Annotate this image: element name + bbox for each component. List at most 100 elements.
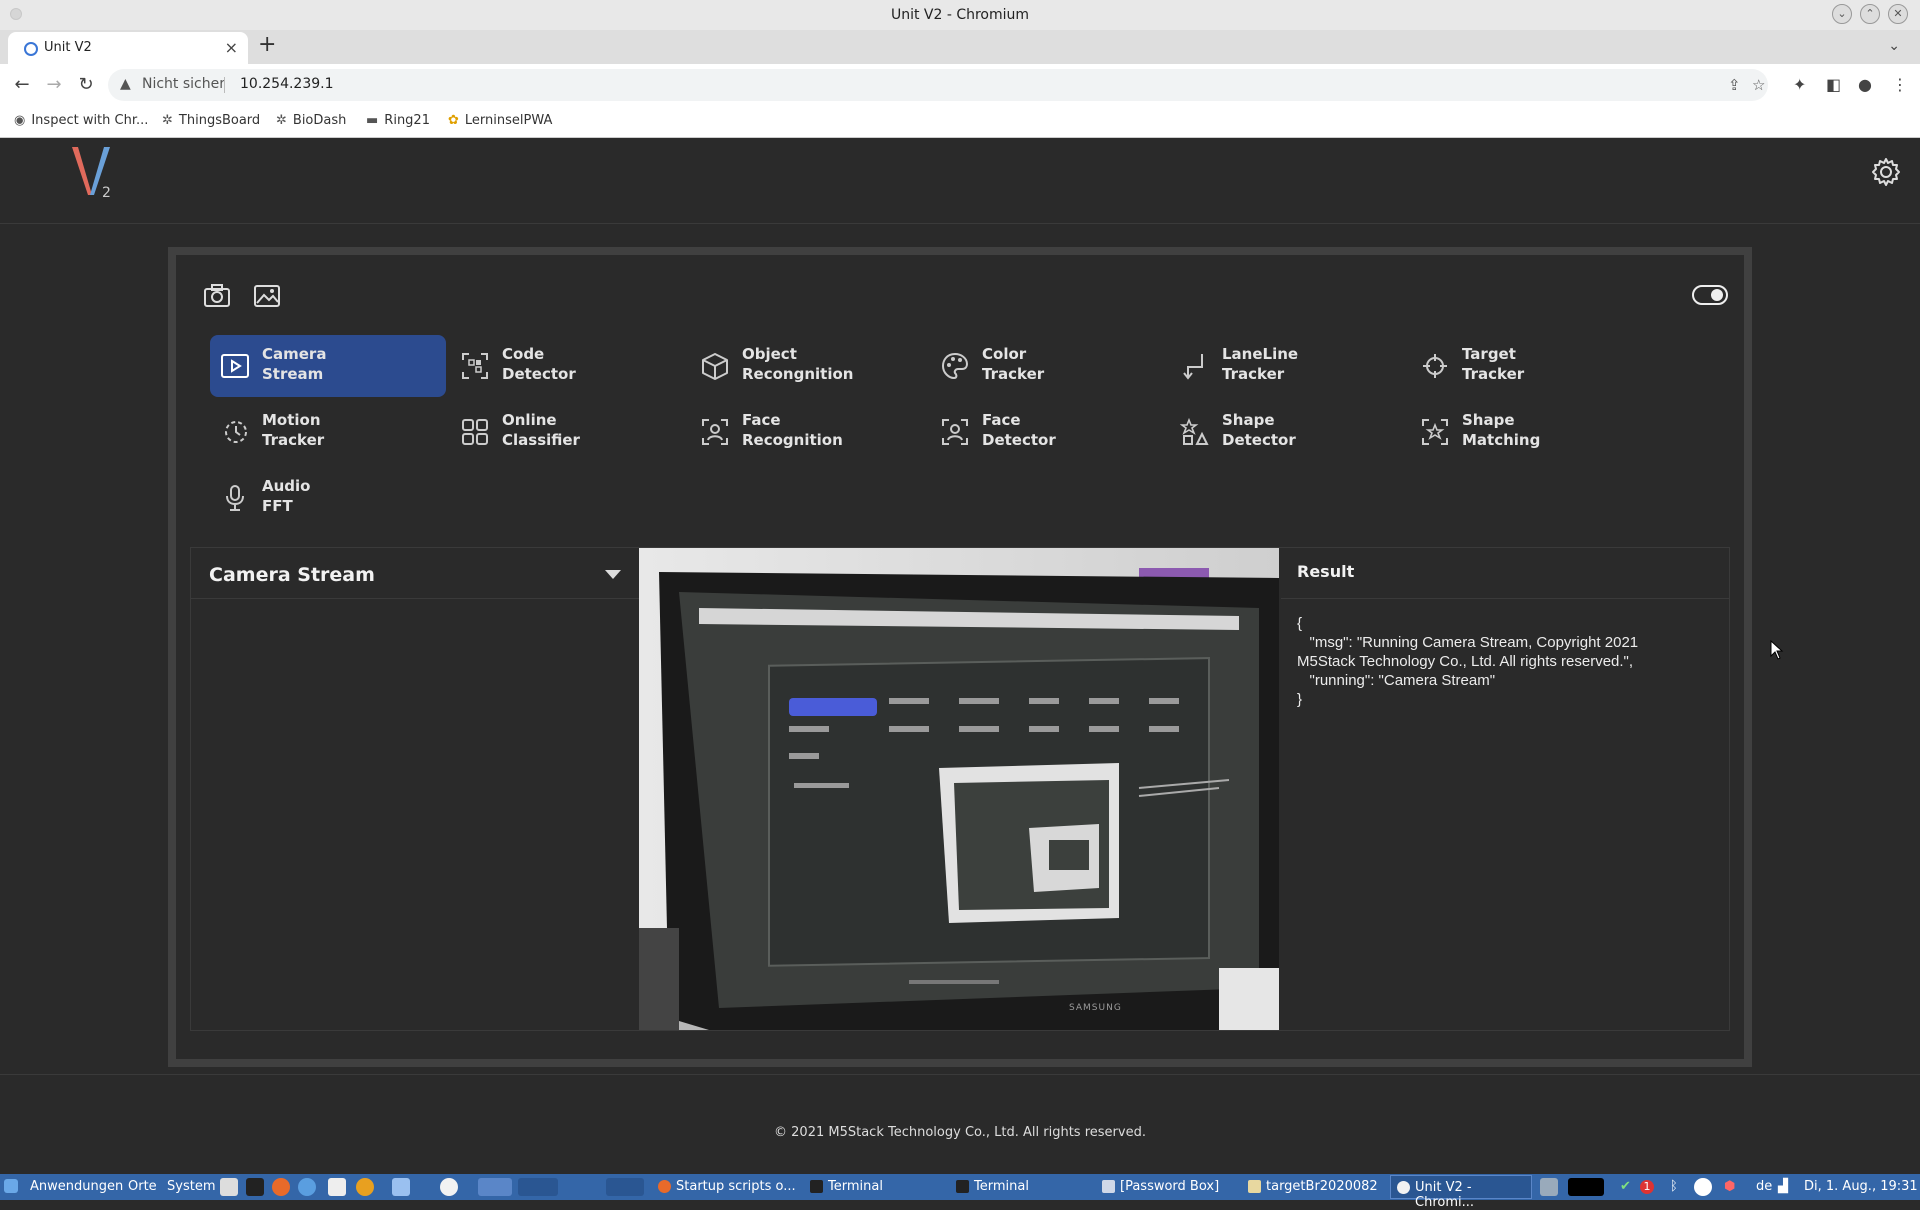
tab-search-icon[interactable]: ⌄	[1888, 38, 1900, 54]
update-check-icon[interactable]: ✔	[1620, 1179, 1631, 1194]
logo-subscript: 2	[102, 185, 111, 201]
kebab-menu-icon[interactable]: ⋮	[1892, 75, 1908, 94]
favicon-icon	[24, 42, 38, 56]
profile-icon[interactable]: ●	[1858, 75, 1872, 94]
menu-places[interactable]: Orte	[128, 1179, 157, 1194]
volume-icon[interactable]	[1540, 1178, 1558, 1196]
tab-close-icon[interactable]: ×	[225, 38, 238, 57]
menu-item-color-tracker[interactable]: Color Tracker	[930, 335, 1166, 397]
app-icon: ✿	[448, 113, 459, 128]
firefox-launcher-icon[interactable]	[272, 1178, 290, 1196]
bookmark-star-icon[interactable]: ☆	[1752, 76, 1765, 94]
taskbar-task[interactable]: [Password Box]	[1096, 1175, 1240, 1199]
bookmark-item[interactable]: ✲ BioDash	[276, 113, 346, 128]
grid-icon	[462, 419, 488, 445]
menu-item-camera-stream[interactable]: Camera Stream	[210, 335, 446, 397]
menu-item-target-tracker[interactable]: Target Tracker	[1410, 335, 1646, 397]
taskbar-task[interactable]: Startup scripts o...	[652, 1175, 826, 1199]
window-icon	[1102, 1180, 1115, 1193]
bookmark-item[interactable]: ✲ ThingsBoard	[162, 113, 260, 128]
menu-item-code-detector[interactable]: Code Detector	[450, 335, 686, 397]
qr-code-icon	[462, 353, 488, 379]
omnibox-separator	[224, 77, 225, 93]
app-launcher-icon[interactable]	[356, 1178, 374, 1196]
menu-system[interactable]: System	[167, 1179, 215, 1194]
url-text[interactable]: 10.254.239.1	[240, 76, 334, 92]
start-menu-icon[interactable]	[4, 1179, 18, 1193]
workspace-switcher-icon[interactable]	[518, 1178, 558, 1196]
toggle-switch[interactable]	[1692, 285, 1728, 305]
menu-item-motion-tracker[interactable]: Motion Tracker	[210, 401, 446, 463]
menu-item-object-recognition[interactable]: Object Recongnition	[690, 335, 926, 397]
menu-item-label: Face Detector	[982, 411, 1056, 449]
forward-button[interactable]: →	[42, 73, 66, 97]
maximize-button[interactable]: ⌃	[1860, 4, 1880, 24]
gear-icon: ✲	[162, 113, 173, 128]
chromium-icon	[1397, 1181, 1410, 1194]
tab-unit-v2[interactable]: Unit V2 ×	[8, 32, 248, 64]
globe-icon: ◉	[14, 113, 26, 128]
function-menu: Camera Stream Code Detector Object Recongni…	[210, 335, 1650, 535]
bookmark-label: BioDash	[292, 113, 347, 128]
menu-item-online-classifier[interactable]: Online Classifier	[450, 401, 686, 463]
result-divider	[1281, 598, 1729, 599]
task-label: [Password Box]	[1120, 1179, 1220, 1194]
close-window-button[interactable]: ✕	[1888, 4, 1908, 24]
bluetooth-icon[interactable]: ᛒ	[1670, 1179, 1678, 1194]
side-panel-icon[interactable]: ◧	[1826, 75, 1841, 94]
bookmark-item[interactable]: ▬ Ring21	[366, 113, 430, 128]
microphone-icon	[226, 485, 244, 511]
reload-button[interactable]: ↻	[74, 73, 98, 97]
menu-item-face-recognition[interactable]: Face Recognition	[690, 401, 926, 463]
keyboard-layout[interactable]: de	[1756, 1179, 1772, 1194]
clock[interactable]: Di, 1. Aug., 19:31	[1804, 1179, 1918, 1194]
motion-icon	[225, 421, 247, 443]
workspace-switcher-icon[interactable]	[478, 1178, 512, 1196]
bookmark-label: ThingsBoard	[178, 113, 261, 128]
crosshair-icon	[1423, 354, 1447, 378]
app-launcher-icon[interactable]	[392, 1178, 410, 1196]
taskbar-task[interactable]: targetBr2020082	[1242, 1175, 1392, 1199]
chevron-down-icon[interactable]	[605, 570, 621, 579]
key-launcher-icon[interactable]	[328, 1178, 346, 1196]
camera-icon[interactable]	[202, 283, 232, 309]
minimize-button[interactable]: ⌄	[1832, 4, 1852, 24]
unit-v2-logo[interactable]: 2	[70, 145, 120, 205]
result-output: { "msg": "Running Camera Stream, Copyrig…	[1297, 615, 1639, 708]
menu-item-laneline-tracker[interactable]: LaneLine Tracker	[1170, 335, 1406, 397]
svg-text:SAMSUNG: SAMSUNG	[1069, 1003, 1122, 1013]
share-icon[interactable]: ⇪	[1728, 76, 1741, 94]
settings-gear-icon[interactable]	[1870, 156, 1902, 188]
unit-v2-app: 2 Camera Stream Code Detector Object Rec…	[0, 139, 1920, 1175]
calculator-icon[interactable]	[220, 1178, 238, 1196]
menu-item-shape-detector[interactable]: Shape Detector	[1170, 401, 1406, 463]
security-label[interactable]: Nicht sicher	[142, 76, 225, 92]
menu-item-face-detector[interactable]: Face Detector	[930, 401, 1166, 463]
back-button[interactable]: ←	[10, 73, 34, 97]
menu-item-label: Shape Matching	[1462, 411, 1541, 449]
terminal-launcher-icon[interactable]	[246, 1178, 264, 1196]
package-icon[interactable]: ⬢	[1724, 1179, 1735, 1194]
extensions-icon[interactable]: ✦	[1793, 75, 1806, 94]
notification-badge[interactable]: 1	[1640, 1180, 1654, 1194]
taskbar-task[interactable]: Terminal	[804, 1175, 944, 1199]
image-icon[interactable]	[252, 283, 282, 309]
menu-item-shape-matching[interactable]: Shape Matching	[1410, 401, 1646, 463]
tray-black-box[interactable]	[1568, 1178, 1604, 1196]
taskbar-task[interactable]: Terminal	[950, 1175, 1090, 1199]
new-tab-button[interactable]: +	[258, 32, 276, 57]
address-bar[interactable]: ▲ Nicht sicher 10.254.239.1 ⇪ ☆	[108, 69, 1768, 101]
chromium-launcher-icon[interactable]	[440, 1178, 458, 1196]
menu-item-audio-fft[interactable]: Audio FFT	[210, 467, 446, 529]
bookmark-item[interactable]: ◉ Inspect with Chr...	[14, 113, 148, 128]
thunderbird-launcher-icon[interactable]	[298, 1178, 316, 1196]
taskbar-task-active[interactable]: Unit V2 - Chromi...	[1390, 1175, 1532, 1210]
bookmarks-bar: ◉ Inspect with Chr... ✲ ThingsBoard ✲ BioDa…	[0, 106, 1920, 138]
menu-item-label: Color Tracker	[982, 345, 1045, 383]
bookmark-item[interactable]: ✿ LerninselPWA	[448, 113, 552, 128]
menu-applications[interactable]: Anwendungen	[30, 1179, 123, 1194]
workspace-switcher-icon[interactable]	[606, 1178, 644, 1196]
firefox-icon	[658, 1180, 671, 1193]
bookmark-label: LerninselPWA	[464, 113, 553, 128]
network-icon[interactable]	[1694, 1178, 1712, 1196]
